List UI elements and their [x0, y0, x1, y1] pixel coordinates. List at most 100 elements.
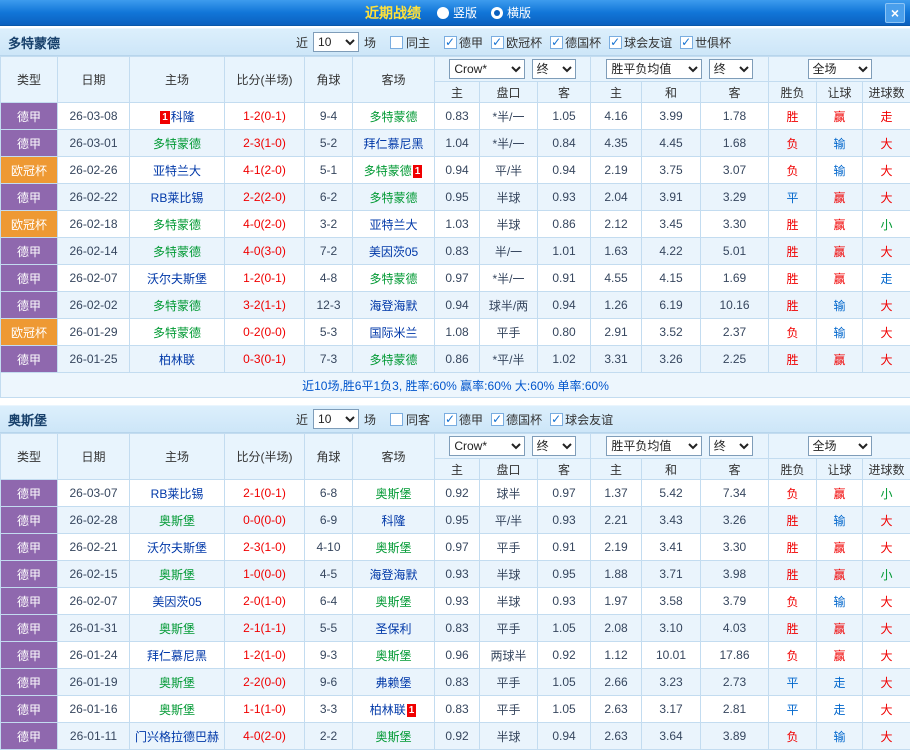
- match-date: 26-02-07: [57, 264, 130, 292]
- away-team-cell: 亚特兰大: [352, 210, 435, 238]
- asia-final-select[interactable]: 终: [531, 59, 576, 79]
- away-team-cell: 多特蒙德 1: [352, 156, 435, 184]
- home-team-cell: 多特蒙德: [129, 318, 225, 346]
- europe-home-odds: 1.97: [590, 587, 643, 615]
- checkbox-icon[interactable]: [390, 412, 404, 426]
- bookmaker-select[interactable]: Crow*: [449, 59, 526, 79]
- asia-away-odds: 0.95: [536, 560, 592, 588]
- bookmaker-select[interactable]: Crow*: [449, 436, 526, 456]
- team-label: 美因茨05: [152, 594, 202, 609]
- asia-away-odds: 0.94: [536, 722, 592, 750]
- corner-count: 5-3: [304, 318, 353, 346]
- asia-away-odds: 0.93: [536, 506, 592, 534]
- match-date: 26-01-11: [57, 722, 130, 750]
- handicap-result: 输: [816, 291, 864, 319]
- column-header-sub: 让球: [816, 81, 864, 103]
- team-label: 拜仁慕尼黑: [146, 648, 207, 663]
- radio-selected-icon[interactable]: [491, 6, 503, 19]
- match-scope-select[interactable]: 全场: [807, 59, 872, 79]
- same-venue-filter[interactable]: 同客: [390, 411, 430, 428]
- europe-home-odds: 2.08: [590, 614, 643, 642]
- asia-final-select[interactable]: 终: [531, 436, 576, 456]
- checkbox-icon[interactable]: [550, 35, 564, 49]
- corner-count: 6-8: [304, 479, 353, 507]
- home-team-cell: 1 科隆: [129, 102, 225, 130]
- europe-home-odds: 1.88: [590, 560, 643, 588]
- layout-option-horizontal[interactable]: 横版: [491, 4, 531, 21]
- team-label: 沃尔夫斯堡: [146, 540, 207, 555]
- checkbox-icon[interactable]: [444, 412, 458, 426]
- filter-bar: 近 10 场 同主 德甲 欧冠杯 德国杯 球会友谊 世俱杯: [296, 32, 734, 52]
- match-scope-select[interactable]: 全场: [807, 436, 872, 456]
- handicap-result: 赢: [816, 560, 864, 588]
- match-count-select[interactable]: 10: [313, 409, 360, 429]
- europe-odds-group-header: 胜平负均值 终: [590, 56, 770, 82]
- europe-average-select[interactable]: 胜平负均值: [606, 59, 703, 79]
- league-filter[interactable]: 德甲: [444, 411, 483, 428]
- match-result: 平: [768, 695, 818, 723]
- team-label: 多特蒙德: [152, 325, 201, 340]
- league-filter[interactable]: 欧冠杯: [491, 34, 542, 51]
- handicap-result: 输: [816, 506, 864, 534]
- team-label: 科隆: [170, 109, 195, 124]
- league-filter[interactable]: 德国杯: [491, 411, 542, 428]
- checkbox-icon[interactable]: [390, 35, 404, 49]
- league-filter[interactable]: 球会友谊: [550, 411, 613, 428]
- results-foot: 近10场,胜6平1负3, 胜率:60% 赢率:60% 大:60% 单率:60%: [0, 372, 910, 398]
- checkbox-icon[interactable]: [680, 35, 694, 49]
- close-icon[interactable]: ×: [885, 3, 905, 23]
- goals-result: 大: [862, 318, 910, 346]
- asia-away-odds: 1.05: [536, 102, 592, 130]
- league-type-badge: 德甲: [0, 695, 58, 723]
- match-result: 负: [768, 587, 818, 615]
- team-label: 柏林联: [158, 352, 195, 367]
- home-team-cell: 奥斯堡: [129, 614, 225, 642]
- match-result: 胜: [768, 614, 818, 642]
- europe-draw-odds: 4.15: [641, 264, 702, 292]
- checkbox-icon[interactable]: [550, 412, 564, 426]
- filter-bar: 近 10 场 同客 德甲 德国杯 球会友谊: [296, 409, 616, 429]
- column-header-sub: 进球数: [862, 458, 910, 480]
- europe-home-odds: 2.04: [590, 183, 643, 211]
- team-label: 海登海默: [369, 567, 418, 582]
- europe-draw-odds: 3.71: [641, 560, 702, 588]
- league-filter[interactable]: 球会友谊: [609, 34, 672, 51]
- europe-final-select[interactable]: 终: [708, 59, 753, 79]
- radio-icon[interactable]: [436, 6, 449, 19]
- league-type-badge: 德甲: [0, 237, 58, 265]
- match-row: 欧冠杯 26-02-26 亚特兰大 4-1(2-0) 5-1 多特蒙德 1 0.94 平/半 0.…: [0, 156, 910, 184]
- europe-away-odds: 4.03: [700, 614, 770, 642]
- checkbox-icon[interactable]: [444, 35, 458, 49]
- match-row: 德甲 26-02-15 奥斯堡 1-0(0-0) 4-5 海登海默 0.93 半球 0.95 1.…: [0, 560, 910, 588]
- team-label: 奥斯堡: [158, 675, 195, 690]
- home-team-cell: 多特蒙德: [129, 129, 225, 157]
- asia-home-odds: 0.94: [434, 291, 480, 319]
- checkbox-icon[interactable]: [609, 35, 623, 49]
- away-team-cell: 奥斯堡: [352, 722, 435, 750]
- away-team-cell: 多特蒙德: [352, 345, 435, 373]
- header-row-top: 类型 日期 主场 比分(半场) 角球 客场 Crow* 终 胜平负均值 终 全场: [0, 56, 910, 103]
- goals-result: 大: [862, 156, 910, 184]
- checkbox-icon[interactable]: [491, 35, 505, 49]
- league-filter[interactable]: 世俱杯: [680, 34, 731, 51]
- checkbox-icon[interactable]: [491, 412, 505, 426]
- team-label: 多特蒙德: [369, 352, 418, 367]
- match-score: 1-2(1-0): [224, 641, 305, 669]
- europe-average-select[interactable]: 胜平负均值: [606, 436, 703, 456]
- asia-home-odds: 0.97: [434, 264, 480, 292]
- corner-count: 4-10: [304, 533, 353, 561]
- same-venue-filter[interactable]: 同主: [390, 34, 430, 51]
- league-type-badge: 德甲: [0, 587, 58, 615]
- europe-final-select[interactable]: 终: [708, 436, 753, 456]
- match-result: 负: [768, 318, 818, 346]
- layout-option-vertical[interactable]: 竖版: [436, 4, 477, 21]
- europe-away-odds: 17.86: [700, 641, 770, 669]
- league-filter[interactable]: 德国杯: [550, 34, 601, 51]
- europe-draw-odds: 3.64: [641, 722, 702, 750]
- away-team-cell: 多特蒙德: [352, 264, 435, 292]
- league-type-badge: 德甲: [0, 264, 58, 292]
- match-date: 26-02-22: [57, 183, 130, 211]
- match-count-select[interactable]: 10: [313, 32, 360, 52]
- league-filter[interactable]: 德甲: [444, 34, 483, 51]
- europe-draw-odds: 3.45: [641, 210, 702, 238]
